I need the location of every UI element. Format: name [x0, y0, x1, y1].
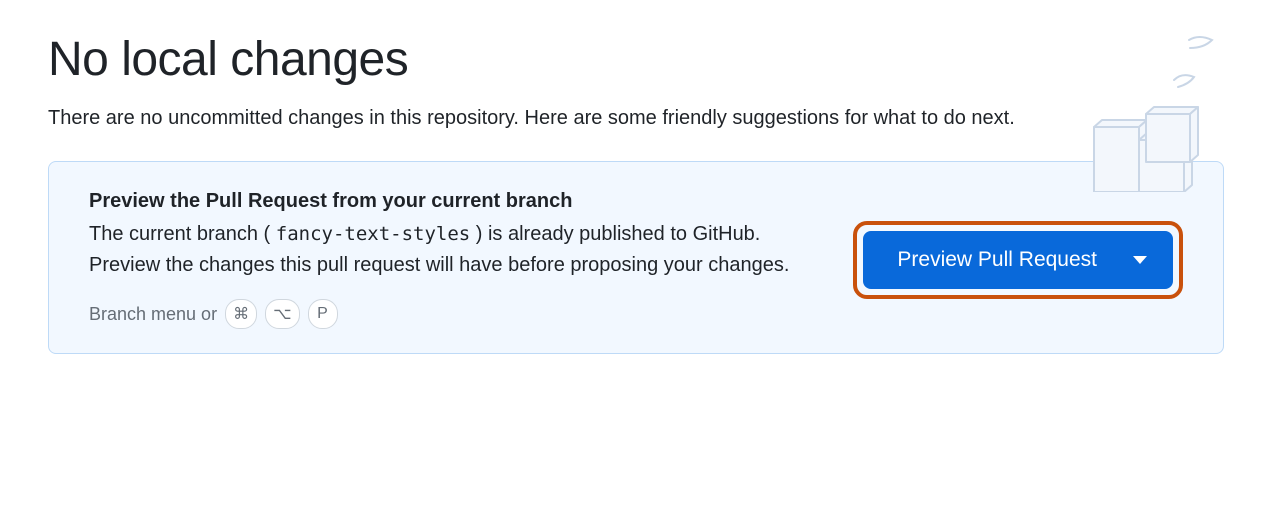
branch-name: fancy-text-styles	[276, 223, 470, 245]
panel-body: The current branch ( fancy-text-styles )…	[89, 219, 817, 281]
button-highlight: Preview Pull Request	[853, 221, 1183, 299]
hint-prefix: Branch menu or	[89, 304, 217, 325]
preview-pull-request-button[interactable]: Preview Pull Request	[863, 231, 1173, 289]
kbd-option-icon: ⌥	[265, 299, 299, 329]
page-subtitle: There are no uncommitted changes in this…	[48, 103, 1048, 133]
kbd-p-key: P	[308, 299, 338, 329]
empty-state-illustration	[1064, 32, 1224, 192]
panel-body-prefix: The current branch (	[89, 223, 276, 245]
caret-down-icon	[1133, 256, 1147, 264]
panel-heading: Preview the Pull Request from your curre…	[89, 190, 817, 213]
kbd-command-icon: ⌘	[225, 299, 257, 329]
shortcut-hint: Branch menu or ⌘ ⌥ P	[89, 299, 817, 329]
suggestion-panel: Preview the Pull Request from your curre…	[48, 161, 1224, 354]
page-title: No local changes	[48, 32, 1224, 87]
button-label: Preview Pull Request	[897, 248, 1097, 272]
